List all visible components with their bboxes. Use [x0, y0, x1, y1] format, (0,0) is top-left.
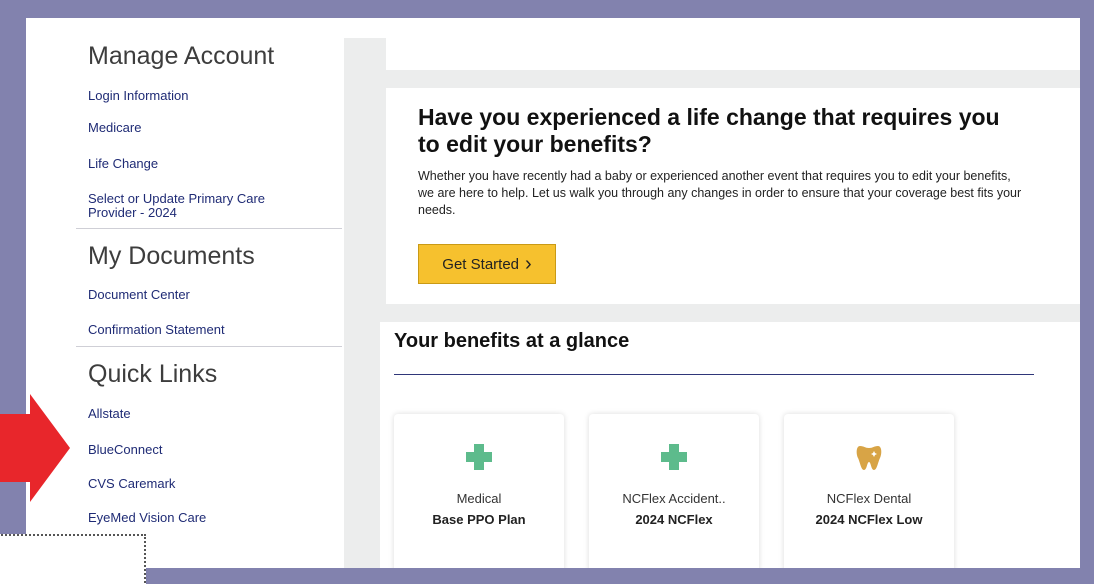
benefit-type: NCFlex Accident..	[622, 491, 726, 506]
app-frame: Manage Account Login Information Medicar…	[26, 18, 1080, 568]
my-documents-heading: My Documents	[88, 242, 255, 270]
sidebar-item-primary-care-provider[interactable]: Select or Update Primary Care Provider -…	[88, 192, 298, 220]
red-arrow-icon	[0, 394, 70, 502]
benefit-card-accident[interactable]: NCFlex Accident.. 2024 NCFlex	[589, 414, 759, 568]
quick-links-heading: Quick Links	[88, 360, 218, 388]
benefits-section: Your benefits at a glance Medical Base P…	[380, 322, 1080, 568]
get-started-button[interactable]: Get Started ›	[418, 244, 556, 284]
plus-icon	[661, 444, 687, 470]
sidebar-item-allstate[interactable]: Allstate	[88, 407, 318, 421]
top-banner-strip	[386, 38, 1080, 70]
benefit-type: Medical	[456, 491, 502, 506]
life-change-card: Have you experienced a life change that …	[386, 88, 1080, 304]
benefit-type: NCFlex Dental	[826, 491, 912, 506]
benefit-card-dental[interactable]: NCFlex Dental 2024 NCFlex Low	[784, 414, 954, 568]
benefits-title: Your benefits at a glance	[394, 330, 630, 352]
benefit-card-medical[interactable]: Medical Base PPO Plan	[394, 414, 564, 568]
sidebar-item-medicare[interactable]: Medicare	[88, 121, 318, 135]
sidebar-item-login-information[interactable]: Login Information	[88, 89, 318, 103]
plus-icon	[466, 444, 492, 470]
chevron-right-icon: ›	[525, 253, 532, 275]
sidebar-divider	[76, 346, 342, 347]
benefit-plan: Base PPO Plan	[432, 512, 526, 527]
sidebar-item-eyemed-vision-care[interactable]: EyeMed Vision Care	[88, 511, 318, 525]
sidebar-item-life-change[interactable]: Life Change	[88, 157, 318, 171]
benefits-divider	[394, 374, 1034, 375]
life-change-title: Have you experienced a life change that …	[418, 104, 1000, 157]
tooth-icon	[856, 446, 882, 470]
benefit-plan: 2024 NCFlex Low	[815, 512, 923, 527]
dotted-callout-box	[0, 534, 146, 584]
sidebar-item-cvs-caremark[interactable]: CVS Caremark	[88, 477, 318, 491]
sidebar-item-blueconnect[interactable]: BlueConnect	[88, 443, 318, 457]
manage-account-heading: Manage Account	[88, 42, 275, 70]
sidebar-item-document-center[interactable]: Document Center	[88, 288, 318, 302]
sidebar-divider	[76, 228, 342, 229]
sidebar: Manage Account Login Information Medicar…	[26, 18, 342, 568]
benefit-plan: 2024 NCFlex	[635, 512, 713, 527]
life-change-description: Whether you have recently had a baby or …	[418, 169, 1022, 217]
get-started-label: Get Started	[442, 255, 520, 273]
sidebar-item-confirmation-statement[interactable]: Confirmation Statement	[88, 323, 318, 337]
